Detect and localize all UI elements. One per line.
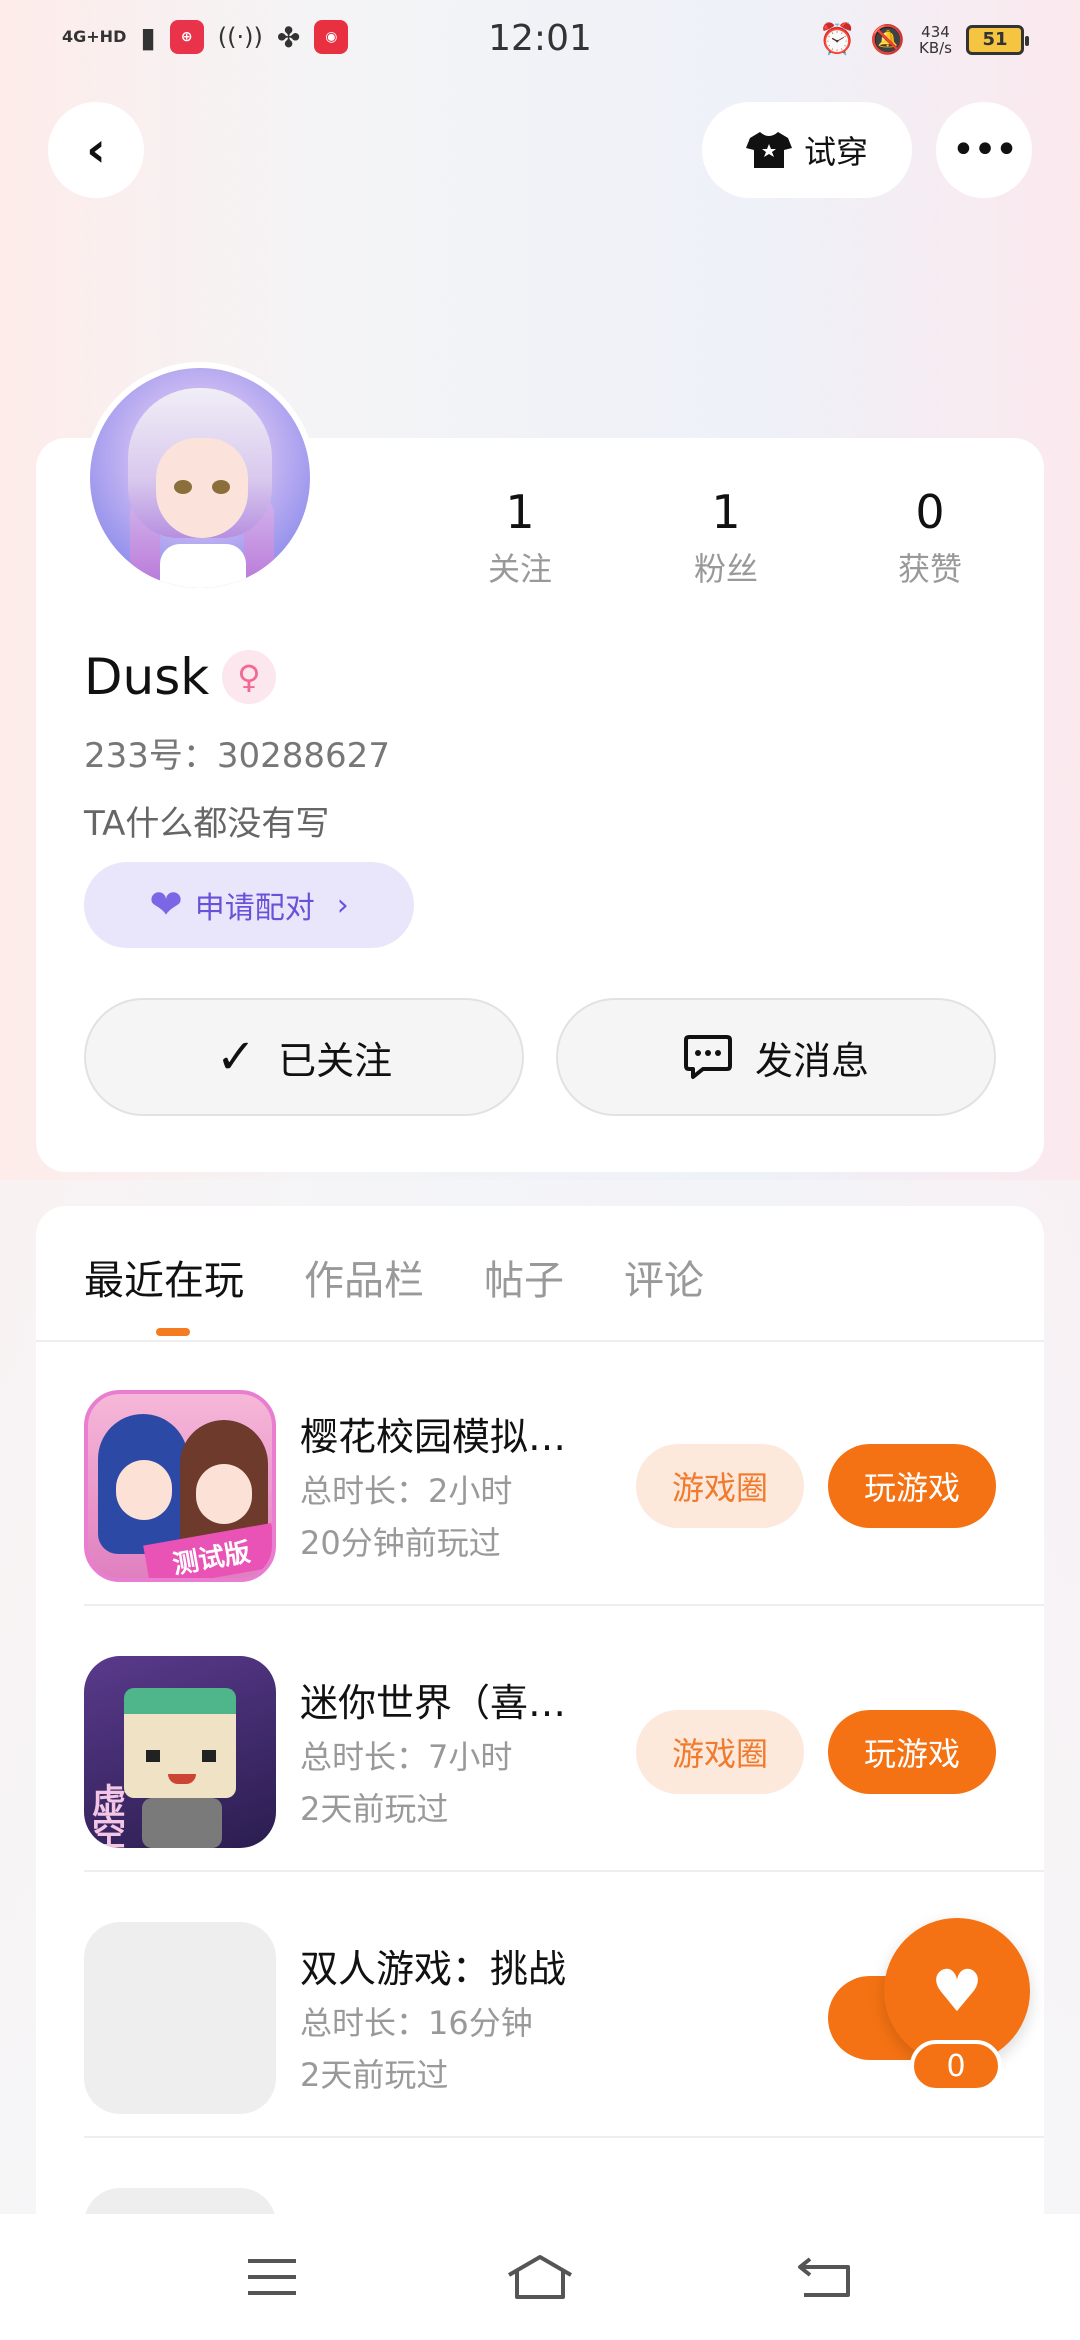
home-icon [507, 2255, 573, 2299]
play-game-button[interactable]: 玩游戏 [828, 1444, 996, 1528]
stat-following-value: 1 [505, 485, 535, 539]
stat-following[interactable]: 1 关注 [450, 484, 590, 590]
heart-icon: ❤ [149, 882, 183, 928]
game-title: 迷你世界（喜… [300, 1681, 567, 1725]
game-row[interactable]: 虚空 迷你世界（喜… 总时长：7小时 2天前玩过 游戏圈 玩游戏 [84, 1606, 1044, 1872]
stat-fans-value: 1 [711, 485, 741, 539]
follow-label: 已关注 [278, 1038, 393, 1083]
check-icon: ✓ [215, 1029, 257, 1085]
status-right: ⏰ 🔕 434 KB/s 51 [818, 22, 1029, 57]
stat-following-label: 关注 [487, 550, 552, 588]
shirt-icon [745, 132, 792, 168]
tab-comments[interactable]: 评论 [624, 1248, 704, 1306]
chat-icon [683, 1035, 732, 1079]
game-title: 樱花校园模拟… [300, 1415, 567, 1459]
recent-apps-button[interactable] [212, 2214, 332, 2340]
avatar-collar [160, 544, 246, 588]
character-face [196, 1464, 252, 1524]
more-dots-icon: ••• [951, 127, 1019, 173]
stat-likes[interactable]: 0 获赞 [860, 484, 1000, 590]
pair-request-button[interactable]: ❤ 申请配对 › [84, 862, 414, 948]
menu-icon [248, 2259, 296, 2295]
game-title: 双人游戏：挑战 [300, 1947, 567, 1991]
female-icon: ♀ [222, 650, 276, 704]
alarm-icon: ⏰ [818, 22, 857, 57]
game-icon[interactable]: 虚空 [84, 1656, 276, 1848]
game-circle-button[interactable]: 游戏圈 [636, 1710, 804, 1794]
game-duration: 总时长：2小时 [300, 1472, 513, 1510]
character-eyes [146, 1750, 216, 1762]
game-icon[interactable]: 测试版 [84, 1390, 276, 1582]
tab-bar: 最近在玩 作品栏 帖子 评论 [84, 1248, 704, 1306]
game-row[interactable]: 测试版 樱花校园模拟… 总时长：2小时 20分钟前玩过 游戏圈 玩游戏 [84, 1340, 1044, 1606]
more-button[interactable]: ••• [936, 102, 1032, 198]
game-last-played: 2天前玩过 [300, 1790, 449, 1828]
game-duration: 总时长：16分钟 [300, 2004, 533, 2042]
tab-recently-played[interactable]: 最近在玩 [84, 1248, 244, 1306]
game-circle-button[interactable]: 游戏圈 [636, 1444, 804, 1528]
message-label: 发消息 [754, 1038, 869, 1083]
status-bar: 4G+HD ▮ ⊕ ((·)) ✤ ◉ 12:01 ⏰ 🔕 434 KB/s 5… [0, 0, 1080, 84]
game-icon-placeholder[interactable] [84, 1922, 276, 2114]
username: Dusk [84, 648, 210, 706]
message-button[interactable]: 发消息 [556, 998, 996, 1116]
stat-fans-label: 粉丝 [693, 550, 758, 588]
stat-likes-value: 0 [915, 485, 945, 539]
follow-button[interactable]: ✓ 已关注 [84, 998, 524, 1116]
tab-works[interactable]: 作品栏 [304, 1248, 424, 1306]
avatar[interactable] [84, 362, 316, 594]
game-duration: 总时长：7小时 [300, 1738, 513, 1776]
heart-icon: ♥ [931, 1957, 983, 2025]
speed-unit: KB/s [919, 38, 952, 57]
pair-request-label: 申请配对 [194, 891, 315, 926]
active-tab-indicator [156, 1328, 190, 1336]
mute-bell-icon: 🔕 [870, 23, 905, 56]
home-button[interactable] [480, 2214, 600, 2340]
stat-fans[interactable]: 1 粉丝 [656, 484, 796, 590]
like-count: 0 [910, 2040, 1002, 2092]
user-id: 233号：30288627 [84, 736, 390, 776]
network-speed: 434 KB/s [919, 24, 952, 56]
avatar-eye-right [212, 480, 230, 494]
character-body [142, 1798, 222, 1848]
avatar-eye-left [174, 480, 192, 494]
chevron-left-icon: ‹ [86, 122, 106, 178]
try-on-label: 试穿 [803, 133, 868, 171]
avatar-face [156, 438, 248, 538]
stat-likes-label: 获赞 [897, 550, 962, 588]
character-face [116, 1460, 172, 1520]
user-bio: TA什么都没有写 [84, 804, 330, 844]
back-button[interactable]: ‹ [48, 102, 144, 198]
play-game-button[interactable]: 玩游戏 [828, 1710, 996, 1794]
back-arrow-icon [798, 2257, 850, 2297]
system-back-button[interactable] [764, 2214, 884, 2340]
tab-posts[interactable]: 帖子 [484, 1248, 564, 1306]
system-nav-bar [0, 2214, 1080, 2340]
game-last-played: 20分钟前玩过 [300, 1524, 501, 1562]
game-icon-mark: 虚空 [92, 1782, 126, 1848]
game-last-played: 2天前玩过 [300, 2056, 449, 2094]
try-on-button[interactable]: 试穿 [702, 102, 912, 198]
chevron-right-icon: › [336, 887, 349, 923]
battery-icon: 51 [966, 24, 1029, 55]
